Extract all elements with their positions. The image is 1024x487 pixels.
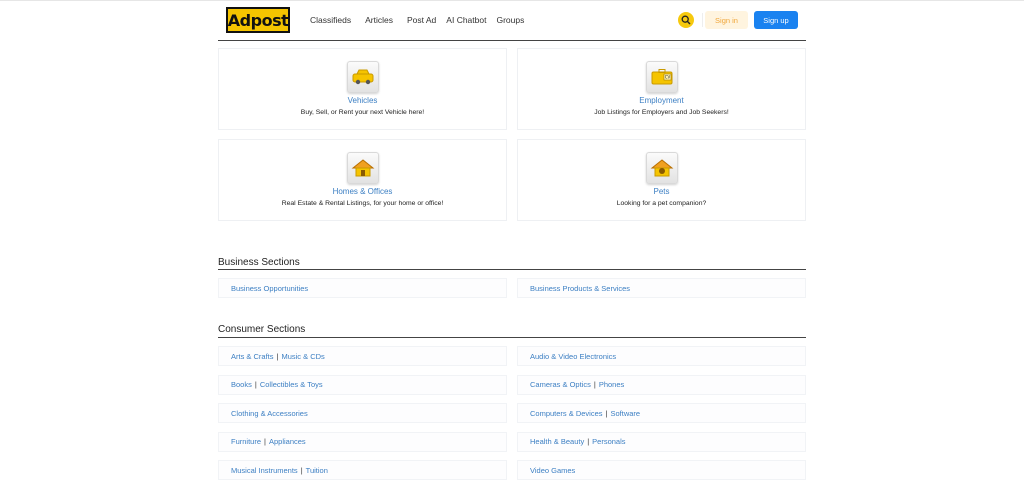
link-text[interactable]: Video Games <box>530 466 575 475</box>
sign-in-button[interactable]: Sign in <box>705 11 748 29</box>
category-card-pets[interactable]: Pets Looking for a pet companion? <box>517 139 806 221</box>
svg-text:CV: CV <box>664 75 670 80</box>
category-desc: Job Listings for Employers and Job Seeke… <box>594 109 729 116</box>
category-card-vehicles[interactable]: Vehicles Buy, Sell, or Rent your next Ve… <box>218 48 507 130</box>
link-text[interactable]: Books <box>231 380 252 389</box>
consumer-link-9[interactable]: Video Games <box>517 460 806 480</box>
header-divider <box>702 13 703 27</box>
category-desc: Looking for a pet companion? <box>616 200 707 207</box>
nav-articles[interactable]: Articles <box>365 15 393 25</box>
link-text[interactable]: Business Opportunities <box>231 284 308 293</box>
adpost-logo[interactable]: Adpost <box>226 7 290 33</box>
link-separator: | <box>587 437 590 446</box>
business-rule <box>218 269 806 270</box>
link-separator: | <box>300 465 303 475</box>
link-text[interactable]: Music & CDs <box>281 352 324 361</box>
consumer-link-1[interactable]: Audio & Video Electronics <box>517 346 806 366</box>
house-icon <box>346 152 379 184</box>
nav-post-ad[interactable]: Post Ad <box>407 15 436 25</box>
link-text[interactable]: Health & Beauty <box>530 437 584 446</box>
link-text[interactable]: Arts & Crafts <box>231 352 274 361</box>
nav-ai-chatbot[interactable]: AI Chatbot <box>446 15 486 25</box>
nav-classifieds[interactable]: Classifieds <box>310 15 351 25</box>
consumer-rule <box>218 337 806 338</box>
top-header: Adpost Classifieds Articles Post Ad AI C… <box>0 0 1024 38</box>
link-text[interactable]: Computers & Devices <box>530 409 603 418</box>
link-text[interactable]: Clothing & Accessories <box>231 409 308 418</box>
link-text[interactable]: Software <box>610 409 640 418</box>
category-card-homes-offices[interactable]: Homes & Offices Real Estate & Rental Lis… <box>218 139 507 221</box>
link-text[interactable]: Phones <box>599 380 624 389</box>
category-card-employment[interactable]: CV Employment Job Listings for Employers… <box>517 48 806 130</box>
logo-text: Adpost <box>227 10 289 30</box>
link-separator: | <box>254 380 257 389</box>
link-separator: | <box>276 351 279 361</box>
business-link-1[interactable]: Business Products & Services <box>517 278 806 298</box>
link-text[interactable]: Personals <box>592 437 625 446</box>
consumer-sections-title: Consumer Sections <box>218 324 306 335</box>
link-separator: | <box>264 437 266 446</box>
header-rule <box>218 40 806 41</box>
consumer-link-0[interactable]: Arts & Crafts | Music & CDs <box>218 346 507 366</box>
consumer-link-5[interactable]: Computers & Devices | Software <box>517 403 806 423</box>
consumer-link-6[interactable]: Furniture | Appliances <box>218 431 507 452</box>
consumer-link-2[interactable]: Books | Collectibles & Toys <box>218 374 507 395</box>
link-text[interactable]: Business Products & Services <box>530 284 630 293</box>
consumer-link-4[interactable]: Clothing & Accessories <box>218 403 507 423</box>
category-title[interactable]: Vehicles <box>219 96 506 105</box>
business-sections-title: Business Sections <box>218 257 300 268</box>
link-text[interactable]: Appliances <box>269 437 306 446</box>
sign-up-button[interactable]: Sign up <box>754 11 798 29</box>
consumer-link-7[interactable]: Health & Beauty | Personals <box>517 431 806 452</box>
consumer-link-8[interactable]: Musical Instruments | Tuition <box>218 460 507 480</box>
briefcase-cv-icon: CV <box>645 61 678 93</box>
category-title[interactable]: Employment <box>518 96 805 105</box>
nav-groups[interactable]: Groups <box>496 15 524 25</box>
business-link-0[interactable]: Business Opportunities <box>218 278 507 298</box>
link-text[interactable]: Audio & Video Electronics <box>530 352 616 361</box>
link-text[interactable]: Collectibles & Toys <box>260 380 323 389</box>
link-text[interactable]: Tuition <box>306 466 328 475</box>
search-icon <box>681 15 691 25</box>
consumer-link-3[interactable]: Cameras & Optics | Phones <box>517 374 806 395</box>
link-text[interactable]: Furniture <box>231 437 261 446</box>
car-icon <box>346 61 379 93</box>
link-text[interactable]: Cameras & Optics <box>530 380 591 389</box>
main-nav: Classifieds Articles Post Ad AI Chatbot … <box>310 1 538 39</box>
category-desc: Buy, Sell, or Rent your next Vehicle her… <box>300 109 425 116</box>
category-title[interactable]: Homes & Offices <box>219 187 506 196</box>
link-separator: | <box>605 408 608 418</box>
search-button[interactable] <box>678 12 694 28</box>
category-desc: Real Estate & Rental Listings, for your … <box>281 200 444 207</box>
link-text[interactable]: Musical Instruments <box>231 466 298 475</box>
category-title[interactable]: Pets <box>518 187 805 196</box>
pets-icon <box>645 152 678 184</box>
link-separator: | <box>593 380 596 389</box>
